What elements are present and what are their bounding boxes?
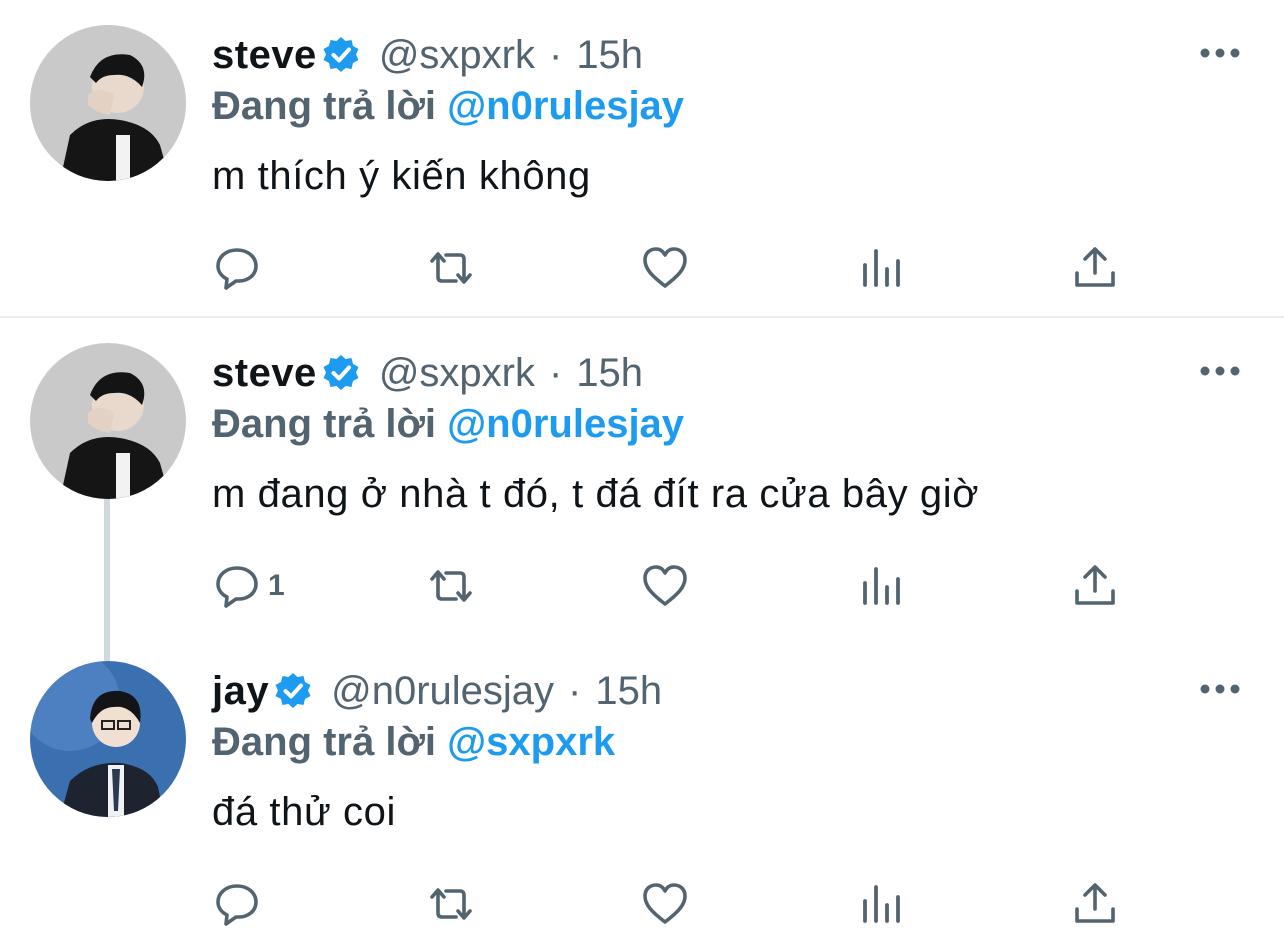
avatar-image bbox=[30, 661, 186, 817]
retweet-icon bbox=[430, 888, 472, 920]
analytics-icon bbox=[863, 885, 900, 923]
avatar-image bbox=[30, 343, 186, 499]
tweet-header: steve @sxpxrk · 15h bbox=[212, 348, 643, 398]
share-icon bbox=[1075, 565, 1115, 605]
replying-to-handle[interactable]: @sxpxrk bbox=[447, 720, 615, 764]
share-icon bbox=[1075, 247, 1115, 287]
retweet-button[interactable] bbox=[426, 876, 476, 932]
separator-dot: · bbox=[548, 32, 563, 77]
views-button[interactable] bbox=[856, 876, 906, 932]
reply-button[interactable]: 1 bbox=[212, 558, 285, 614]
user-handle[interactable]: @sxpxrk bbox=[379, 351, 535, 396]
tweet-feed: steve @sxpxrk · 15h Đang trả lời @n0rule… bbox=[0, 0, 1284, 942]
reply-icon bbox=[216, 566, 258, 608]
tweet-actions bbox=[0, 876, 1284, 932]
replying-to-handle[interactable]: @n0rulesjay bbox=[447, 402, 684, 446]
tweet[interactable]: steve @sxpxrk · 15h Đang trả lời @n0rule… bbox=[0, 318, 1284, 638]
tweet-header: steve @sxpxrk · 15h bbox=[212, 30, 643, 80]
replying-to: Đang trả lời @sxpxrk bbox=[212, 720, 615, 765]
heart-icon bbox=[643, 565, 687, 606]
tweet-actions bbox=[0, 240, 1284, 296]
views-button[interactable] bbox=[856, 558, 906, 614]
analytics-icon bbox=[863, 249, 900, 287]
tweet-actions: 1 bbox=[0, 558, 1284, 614]
avatar-steve[interactable] bbox=[30, 343, 186, 499]
tweet-text: đá thử coi bbox=[212, 790, 396, 834]
tweet[interactable]: jay @n0rulesjay · 15h Đang trả lời @sxpx… bbox=[0, 636, 1284, 942]
replying-to: Đang trả lời @n0rulesjay bbox=[212, 402, 684, 447]
avatar-steve[interactable] bbox=[30, 25, 186, 181]
share-button[interactable] bbox=[1070, 558, 1120, 614]
tweet-text: m thích ý kiến không bbox=[212, 154, 591, 198]
retweet-icon bbox=[430, 252, 472, 284]
timestamp[interactable]: 15h bbox=[576, 33, 643, 78]
display-name[interactable]: jay bbox=[212, 669, 269, 714]
replying-label: Đang trả lời bbox=[212, 720, 437, 764]
retweet-button[interactable] bbox=[426, 240, 476, 296]
reply-count: 1 bbox=[268, 569, 285, 602]
user-handle[interactable]: @sxpxrk bbox=[379, 33, 535, 78]
timestamp[interactable]: 15h bbox=[595, 669, 662, 714]
heart-icon bbox=[643, 247, 687, 288]
tweet[interactable]: steve @sxpxrk · 15h Đang trả lời @n0rule… bbox=[0, 0, 1284, 316]
like-button[interactable] bbox=[640, 240, 690, 296]
reply-button[interactable] bbox=[212, 240, 268, 296]
tweet-header: jay @n0rulesjay · 15h bbox=[212, 666, 662, 716]
reply-button[interactable] bbox=[212, 876, 268, 932]
replying-to-handle[interactable]: @n0rulesjay bbox=[447, 84, 684, 128]
timestamp[interactable]: 15h bbox=[576, 351, 643, 396]
retweet-icon bbox=[430, 570, 472, 602]
share-button[interactable] bbox=[1070, 240, 1120, 296]
views-button[interactable] bbox=[856, 240, 906, 296]
verified-badge-icon bbox=[273, 671, 313, 711]
like-button[interactable] bbox=[640, 558, 690, 614]
separator-dot: · bbox=[568, 668, 582, 713]
replying-to: Đang trả lời @n0rulesjay bbox=[212, 84, 684, 129]
share-button[interactable] bbox=[1070, 876, 1120, 932]
avatar-jay[interactable] bbox=[30, 661, 186, 817]
retweet-button[interactable] bbox=[426, 558, 476, 614]
display-name[interactable]: steve bbox=[212, 351, 317, 396]
analytics-icon bbox=[863, 567, 900, 605]
separator-dot: · bbox=[548, 350, 563, 395]
reply-icon bbox=[216, 884, 258, 926]
like-button[interactable] bbox=[640, 876, 690, 932]
tweet-text: m đang ở nhà t đó, t đá đít ra cửa bây g… bbox=[212, 472, 980, 516]
more-options-icon[interactable] bbox=[1198, 356, 1242, 386]
user-handle[interactable]: @n0rulesjay bbox=[331, 669, 554, 714]
display-name[interactable]: steve bbox=[212, 33, 317, 78]
verified-badge-icon bbox=[321, 353, 361, 393]
avatar-image bbox=[30, 25, 186, 181]
reply-icon bbox=[216, 248, 258, 290]
more-options-icon[interactable] bbox=[1198, 674, 1242, 704]
replying-label: Đang trả lời bbox=[212, 402, 437, 446]
more-options-icon[interactable] bbox=[1198, 38, 1242, 68]
verified-badge-icon bbox=[321, 35, 361, 75]
heart-icon bbox=[643, 883, 687, 924]
replying-label: Đang trả lời bbox=[212, 84, 437, 128]
share-icon bbox=[1075, 883, 1115, 923]
